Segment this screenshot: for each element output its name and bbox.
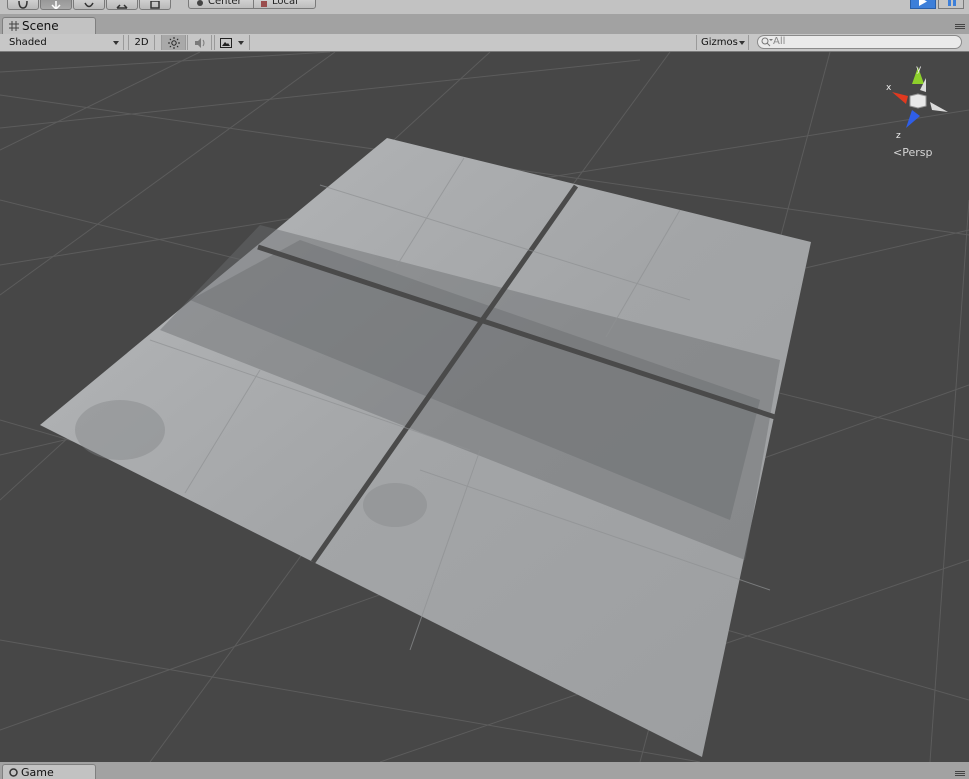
scale-icon [116,4,128,9]
lighting-toggle[interactable] [161,35,186,50]
rotate-icon [84,2,94,8]
projection-label[interactable]: <Persp [893,146,932,159]
terrain-plane [40,138,811,757]
scale-tool-button[interactable] [106,0,138,10]
z-axis-cone [906,110,920,128]
axis-x-label: x [886,83,892,93]
local-cube-icon [261,1,267,7]
scene-canvas [0,52,969,762]
gizmos-dropdown[interactable]: Gizmos [696,35,749,50]
x-axis-cone [892,92,908,104]
move-tool-button[interactable] [40,0,72,10]
tab-game[interactable]: Game [2,764,96,779]
sun-icon [167,36,180,49]
rect-icon [150,1,160,9]
orientation-gizmo[interactable]: y x z [880,62,950,142]
move-icon [51,1,61,9]
chevron-down-icon [739,41,745,45]
tab-scene-label: Scene [22,19,59,33]
tab-game-label: Game [21,765,54,779]
pivot-mode-toggle[interactable]: Center [188,0,254,9]
tab-scene[interactable]: Scene [2,17,96,34]
image-icon [220,37,232,48]
pivot-mode-label: Center [208,0,242,7]
neg-x-cone [930,102,948,112]
game-tab-bar: Game [0,762,969,779]
2d-mode-label: 2D [134,37,149,48]
hand-tool-button[interactable] [7,0,39,10]
scene-viewport[interactable]: y x z <Persp [0,52,969,762]
grid-icon [9,21,19,31]
rotate-tool-button[interactable] [73,0,105,10]
play-icon [919,0,927,6]
scene-tab-bar: Scene [0,14,969,34]
pause-icon [948,0,951,6]
effects-dropdown[interactable] [214,35,250,50]
axis-z-label: z [896,131,901,141]
play-button[interactable] [910,0,936,9]
speaker-icon [194,37,204,48]
scene-search-input[interactable]: All [757,35,962,49]
audio-toggle[interactable] [187,35,212,50]
scene-toolbar: Shaded 2D Gizmos All [0,34,969,52]
axis-y-label: y [916,65,922,75]
chevron-down-icon [113,41,119,45]
2d-mode-button[interactable]: 2D [128,35,155,50]
persp-icon: < [893,146,903,159]
main-toolbar: Center Local [0,0,969,15]
panel-menu-icon[interactable] [955,24,965,32]
projection-text: Persp [902,146,933,159]
gizmos-label: Gizmos [701,37,738,48]
pause-button[interactable] [938,0,964,9]
pivot-rotation-toggle[interactable]: Local [253,0,316,9]
hand-icon [18,1,28,9]
panel-menu-icon[interactable] [955,771,965,779]
chevron-down-icon [238,40,244,45]
pivot-center-icon [197,0,203,6]
game-icon [9,767,18,777]
shading-mode-dropdown[interactable]: Shaded [0,35,124,50]
shading-mode-label: Shaded [9,37,47,48]
pivot-rotation-label: Local [272,0,298,7]
search-icon [761,37,773,47]
search-placeholder: All [773,36,786,47]
rect-tool-button[interactable] [139,0,171,10]
